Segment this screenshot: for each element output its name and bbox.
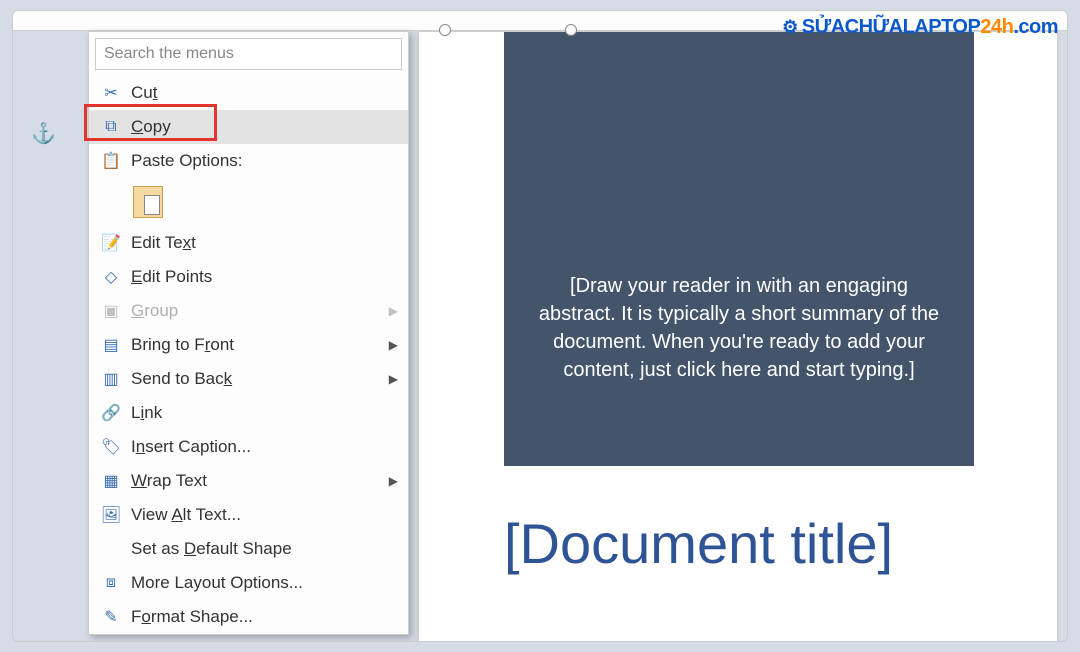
paste-options-row xyxy=(89,178,408,226)
document-page[interactable]: [Draw your reader in with an engaging ab… xyxy=(418,31,1058,642)
link-icon: 🔗 xyxy=(97,402,125,424)
selection-handle[interactable] xyxy=(565,24,577,36)
edit-text-icon: 📝 xyxy=(97,232,125,254)
menu-group: ▣ Group ▶ xyxy=(89,294,408,328)
menu-copy-label: Copy xyxy=(131,117,398,137)
menu-wrap-text-label: Wrap Text xyxy=(131,471,389,491)
menu-view-alt-text-label: View Alt Text... xyxy=(131,505,398,525)
selection-handle[interactable] xyxy=(439,24,451,36)
menu-insert-caption[interactable]: 🏷 Insert Caption... xyxy=(89,430,408,464)
menu-paste-options: 📋 Paste Options: xyxy=(89,144,408,178)
edit-points-icon: ◇ xyxy=(97,266,125,288)
chevron-right-icon: ▶ xyxy=(389,474,398,488)
menu-format-shape-label: Format Shape... xyxy=(131,607,398,627)
caption-icon: 🏷 xyxy=(97,436,125,458)
cover-shape[interactable] xyxy=(504,32,974,466)
menu-view-alt-text[interactable]: 🖼 View Alt Text... xyxy=(89,498,408,532)
chevron-right-icon: ▶ xyxy=(389,338,398,352)
chevron-right-icon: ▶ xyxy=(389,304,398,318)
menu-send-to-back[interactable]: ▥ Send to Back ▶ xyxy=(89,362,408,396)
menu-format-shape[interactable]: ✎ Format Shape... xyxy=(89,600,408,634)
group-icon: ▣ xyxy=(97,300,125,322)
watermark-logo: ⚙ SỬACHỮALAPTOP24h.com xyxy=(782,16,1058,39)
menu-group-label: Group xyxy=(131,301,389,321)
bring-front-icon: ▤ xyxy=(97,334,125,356)
menu-bring-to-front-label: Bring to Front xyxy=(131,335,389,355)
menu-copy[interactable]: ⧉ Copy xyxy=(89,110,408,144)
menu-search-input[interactable]: Search the menus xyxy=(95,38,402,70)
menu-more-layout[interactable]: ⧈ More Layout Options... xyxy=(89,566,408,600)
menu-set-default-label: Set as Default Shape xyxy=(131,539,398,559)
menu-edit-points[interactable]: ◇ Edit Points xyxy=(89,260,408,294)
send-back-icon: ▥ xyxy=(97,368,125,390)
menu-more-layout-label: More Layout Options... xyxy=(131,573,398,593)
alt-text-icon: 🖼 xyxy=(97,504,125,526)
blank-icon xyxy=(97,538,125,560)
menu-insert-caption-label: Insert Caption... xyxy=(131,437,398,457)
chevron-right-icon: ▶ xyxy=(389,372,398,386)
menu-cut-label: Cut xyxy=(131,83,398,103)
menu-edit-text-label: Edit Text xyxy=(131,233,398,253)
copy-icon: ⧉ xyxy=(97,116,125,138)
abstract-placeholder[interactable]: [Draw your reader in with an engaging ab… xyxy=(529,272,949,384)
menu-link[interactable]: 🔗 Link xyxy=(89,396,408,430)
watermark-text-3: .com xyxy=(1013,16,1058,38)
anchor-icon: ⚓ xyxy=(31,121,56,146)
scissors-icon: ✂ xyxy=(97,82,125,104)
menu-bring-to-front[interactable]: ▤ Bring to Front ▶ xyxy=(89,328,408,362)
menu-link-label: Link xyxy=(131,403,398,423)
workspace: ⚓ [Draw your reader in with an engaging … xyxy=(12,10,1068,642)
menu-set-default-shape[interactable]: Set as Default Shape xyxy=(89,532,408,566)
document-title-placeholder[interactable]: [Document title] xyxy=(504,512,893,576)
menu-cut[interactable]: ✂ Cut xyxy=(89,76,408,110)
menu-edit-text[interactable]: 📝 Edit Text xyxy=(89,226,408,260)
menu-edit-points-label: Edit Points xyxy=(131,267,398,287)
menu-send-to-back-label: Send to Back xyxy=(131,369,389,389)
gear-icon: ⚙ xyxy=(782,17,798,38)
watermark-text-2: 24h xyxy=(980,16,1013,38)
layout-icon: ⧈ xyxy=(97,572,125,594)
paste-option-keep-formatting[interactable] xyxy=(133,186,163,218)
menu-wrap-text[interactable]: ▦ Wrap Text ▶ xyxy=(89,464,408,498)
format-shape-icon: ✎ xyxy=(97,606,125,628)
watermark-text-1: SỬACHỮALAPTOP xyxy=(802,16,981,38)
paste-icon: 📋 xyxy=(97,150,125,172)
context-menu: Search the menus ✂ Cut ⧉ Copy 📋 Paste Op… xyxy=(88,31,409,635)
menu-paste-options-label: Paste Options: xyxy=(131,151,398,171)
wrap-text-icon: ▦ xyxy=(97,470,125,492)
